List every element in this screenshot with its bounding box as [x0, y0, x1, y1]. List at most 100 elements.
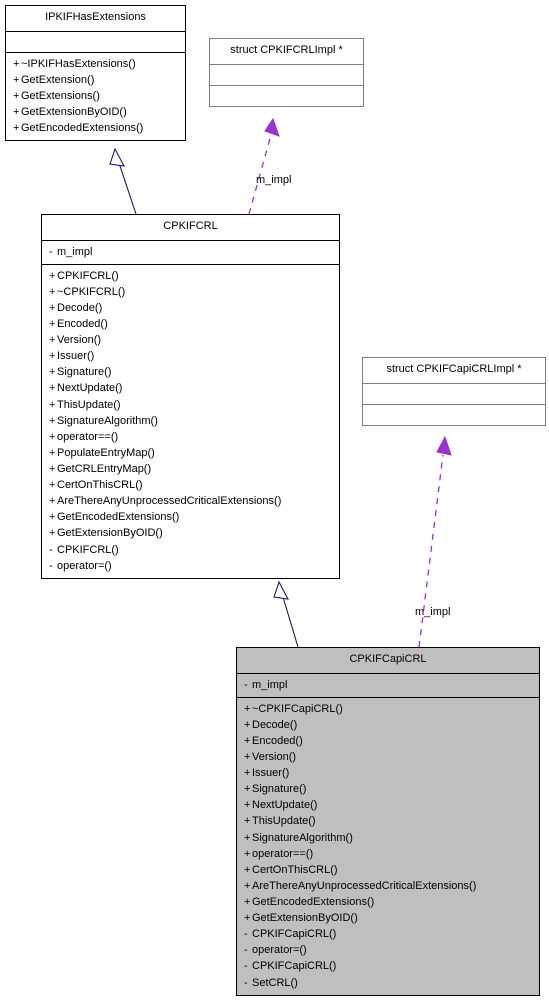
class-member: + operator==() [42, 429, 339, 445]
class-member: + GetExtension() [6, 72, 185, 88]
member-label: Decode() [57, 301, 103, 314]
visibility-marker: - [49, 245, 53, 258]
visibility-marker: + [49, 511, 56, 524]
visibility-marker: + [49, 446, 56, 459]
class-member: + SignatureAlgorithm() [237, 830, 539, 846]
class-member: + Version() [42, 332, 339, 348]
class-member: + GetEncodedExtensions() [6, 120, 185, 136]
edge-association-cpkifcrl-to-cpkifcrlimpl [248, 117, 280, 215]
member-label: CertOnThisCRL() [57, 479, 143, 492]
member-label: GetEncodedExtensions() [57, 511, 180, 524]
member-label: m_impl [57, 245, 93, 258]
class-box-cpkifcapicrl[interactable]: CPKIFCapiCRL - m_impl + ~CPKIFCapiCRL() + D… [236, 647, 540, 996]
class-member: - operator=() [42, 558, 339, 574]
member-label: CPKIFCRL() [57, 543, 119, 556]
class-member: - CPKIFCapiCRL() [237, 958, 539, 974]
class-member: - operator=() [237, 942, 539, 958]
visibility-marker: + [244, 815, 251, 828]
methods-compartment-cpkifcrl: + CPKIFCRL() + ~CPKIFCRL() + Decode() + Enco… [42, 265, 339, 578]
class-box-ipkifhasextensions[interactable]: IPKIFHasExtensions + ~IPKIFHasExtensions(… [5, 5, 186, 142]
member-label: Encoded() [252, 734, 303, 747]
member-label: GetExtensionByOID() [21, 105, 127, 118]
class-member: + AreThereAnyUnprocessedCriticalExtension… [42, 493, 339, 509]
member-label: ~IPKIFHasExtensions() [21, 57, 136, 70]
member-label: Version() [57, 334, 102, 347]
visibility-marker: - [244, 960, 248, 973]
member-label: ~CPKIFCapiCRL() [252, 702, 343, 715]
class-member: + GetEncodedExtensions() [237, 894, 539, 910]
attributes-compartment-ipkifhasextensions [6, 32, 185, 52]
member-label: ThisUpdate() [57, 398, 121, 411]
attributes-compartment-cpkifcrlimpl [210, 65, 363, 85]
member-label: PopulateEntryMap() [57, 446, 155, 459]
member-label: NextUpdate() [252, 799, 318, 812]
class-member: + GetEncodedExtensions() [42, 509, 339, 525]
class-member: + AreThereAnyUnprocessedCriticalExtension… [237, 878, 539, 894]
visibility-marker: + [13, 57, 20, 70]
methods-compartment-cpkifcapicrl: + ~CPKIFCapiCRL() + Decode() + Encoded() + V… [237, 698, 539, 995]
class-member: + GetExtensionByOID() [42, 525, 339, 541]
visibility-marker: + [49, 463, 56, 476]
member-label: AreThereAnyUnprocessedCriticalExtensions… [252, 879, 477, 892]
member-label: GetExtensions() [21, 89, 100, 102]
class-member: + GetExtensionByOID() [237, 910, 539, 926]
visibility-marker: + [49, 350, 56, 363]
class-member: + GetExtensions() [6, 88, 185, 104]
visibility-marker: + [49, 366, 56, 379]
member-label: GetExtensionByOID() [252, 912, 358, 925]
visibility-marker: + [13, 105, 20, 118]
member-label: GetEncodedExtensions() [252, 896, 375, 909]
member-label: operator=() [57, 559, 112, 572]
member-label: GetEncodedExtensions() [21, 122, 144, 135]
visibility-marker: + [49, 527, 56, 540]
class-member: + ~IPKIFHasExtensions() [6, 56, 185, 72]
visibility-marker: + [244, 718, 251, 731]
visibility-marker: - [244, 678, 248, 691]
visibility-marker: - [244, 928, 248, 941]
visibility-marker: + [244, 912, 251, 925]
member-label: SignatureAlgorithm() [252, 831, 353, 844]
visibility-marker: + [49, 301, 56, 314]
class-member: + Issuer() [42, 348, 339, 364]
visibility-marker: + [244, 879, 251, 892]
member-label: operator=() [252, 944, 307, 957]
uml-class-diagram: IPKIFHasExtensions + ~IPKIFHasExtensions(… [0, 0, 549, 1003]
class-member: - SetCRL() [237, 975, 539, 991]
class-member: + Issuer() [237, 765, 539, 781]
visibility-marker: + [244, 863, 251, 876]
class-member: + ThisUpdate() [237, 813, 539, 829]
member-label: GetExtension() [21, 73, 95, 86]
member-label: m_impl [252, 678, 288, 691]
edge-inheritance-cpkifcrl-to-ipkifhasextensions [109, 147, 137, 215]
visibility-marker: + [49, 269, 56, 282]
edge-inheritance-cpkifcapicrl-to-cpkifcrl [273, 580, 299, 648]
visibility-marker: - [244, 976, 248, 989]
member-label: Version() [252, 751, 297, 764]
class-member: + NextUpdate() [42, 380, 339, 396]
visibility-marker: - [244, 944, 248, 957]
visibility-marker: + [13, 73, 20, 86]
class-member: + Encoded() [42, 316, 339, 332]
visibility-marker: - [49, 559, 53, 572]
class-box-cpkifcapicrlimpl[interactable]: struct CPKIFCapiCRLImpl * [362, 357, 546, 426]
class-member: + ~CPKIFCapiCRL() [237, 701, 539, 717]
class-member: - m_impl [42, 244, 339, 260]
visibility-marker: + [49, 398, 56, 411]
member-label: Signature() [57, 366, 112, 379]
member-label: NextUpdate() [57, 382, 123, 395]
member-label: Signature() [252, 783, 307, 796]
member-label: Issuer() [57, 350, 95, 363]
class-box-cpkifcrlimpl[interactable]: struct CPKIFCRLImpl * [209, 38, 364, 107]
visibility-marker: + [244, 734, 251, 747]
member-label: GetExtensionByOID() [57, 527, 163, 540]
member-label: CPKIFCapiCRL() [252, 928, 337, 941]
visibility-marker: + [244, 702, 251, 715]
member-label: ThisUpdate() [252, 815, 316, 828]
visibility-marker: + [244, 896, 251, 909]
class-box-cpkifcrl[interactable]: CPKIFCRL - m_impl + CPKIFCRL() + ~CPKIFCRL(… [41, 214, 340, 579]
class-member: + operator==() [237, 846, 539, 862]
methods-compartment-cpkifcapicrlimpl [363, 405, 545, 425]
visibility-marker: + [49, 495, 56, 508]
visibility-marker: + [244, 799, 251, 812]
member-label: operator==() [252, 847, 314, 860]
